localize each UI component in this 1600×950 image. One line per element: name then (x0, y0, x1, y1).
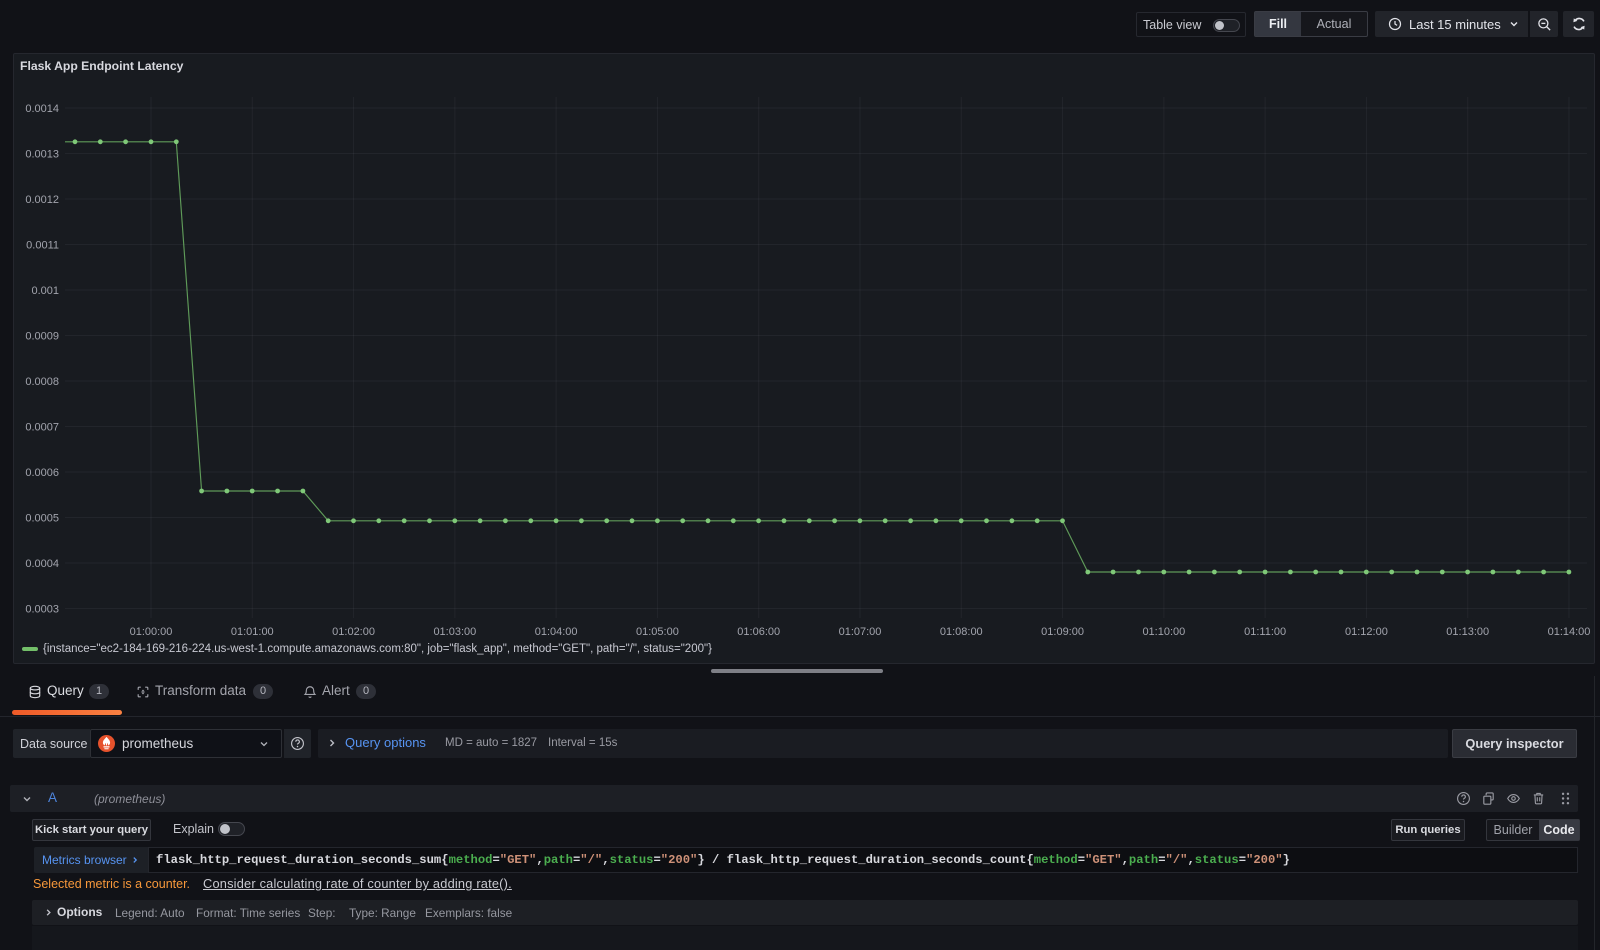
svg-text:01:02:00: 01:02:00 (332, 626, 375, 638)
svg-text:0.0008: 0.0008 (25, 376, 59, 388)
svg-text:0.0012: 0.0012 (25, 194, 59, 206)
svg-text:0.0004: 0.0004 (25, 558, 59, 570)
svg-text:01:00:00: 01:00:00 (130, 626, 173, 638)
svg-text:01:05:00: 01:05:00 (636, 626, 679, 638)
svg-text:01:12:00: 01:12:00 (1345, 626, 1388, 638)
svg-text:01:03:00: 01:03:00 (433, 626, 476, 638)
svg-text:0.0013: 0.0013 (25, 148, 59, 160)
svg-text:0.0007: 0.0007 (25, 421, 59, 433)
svg-text:01:11:00: 01:11:00 (1244, 626, 1286, 638)
svg-text:01:08:00: 01:08:00 (940, 626, 983, 638)
svg-text:0.0005: 0.0005 (25, 512, 59, 524)
svg-text:0.0011: 0.0011 (26, 239, 59, 251)
svg-text:01:13:00: 01:13:00 (1446, 626, 1489, 638)
svg-text:0.0003: 0.0003 (25, 603, 59, 615)
svg-text:0.0009: 0.0009 (25, 330, 59, 342)
svg-text:01:14:00: 01:14:00 (1548, 626, 1591, 638)
svg-text:01:10:00: 01:10:00 (1142, 626, 1185, 638)
svg-text:0.0006: 0.0006 (25, 467, 59, 479)
svg-text:0.001: 0.001 (31, 285, 59, 297)
svg-text:01:01:00: 01:01:00 (231, 626, 274, 638)
svg-text:0.0014: 0.0014 (25, 103, 59, 115)
svg-text:01:04:00: 01:04:00 (535, 626, 578, 638)
svg-text:01:09:00: 01:09:00 (1041, 626, 1084, 638)
svg-text:01:07:00: 01:07:00 (839, 626, 882, 638)
svg-text:01:06:00: 01:06:00 (737, 626, 780, 638)
